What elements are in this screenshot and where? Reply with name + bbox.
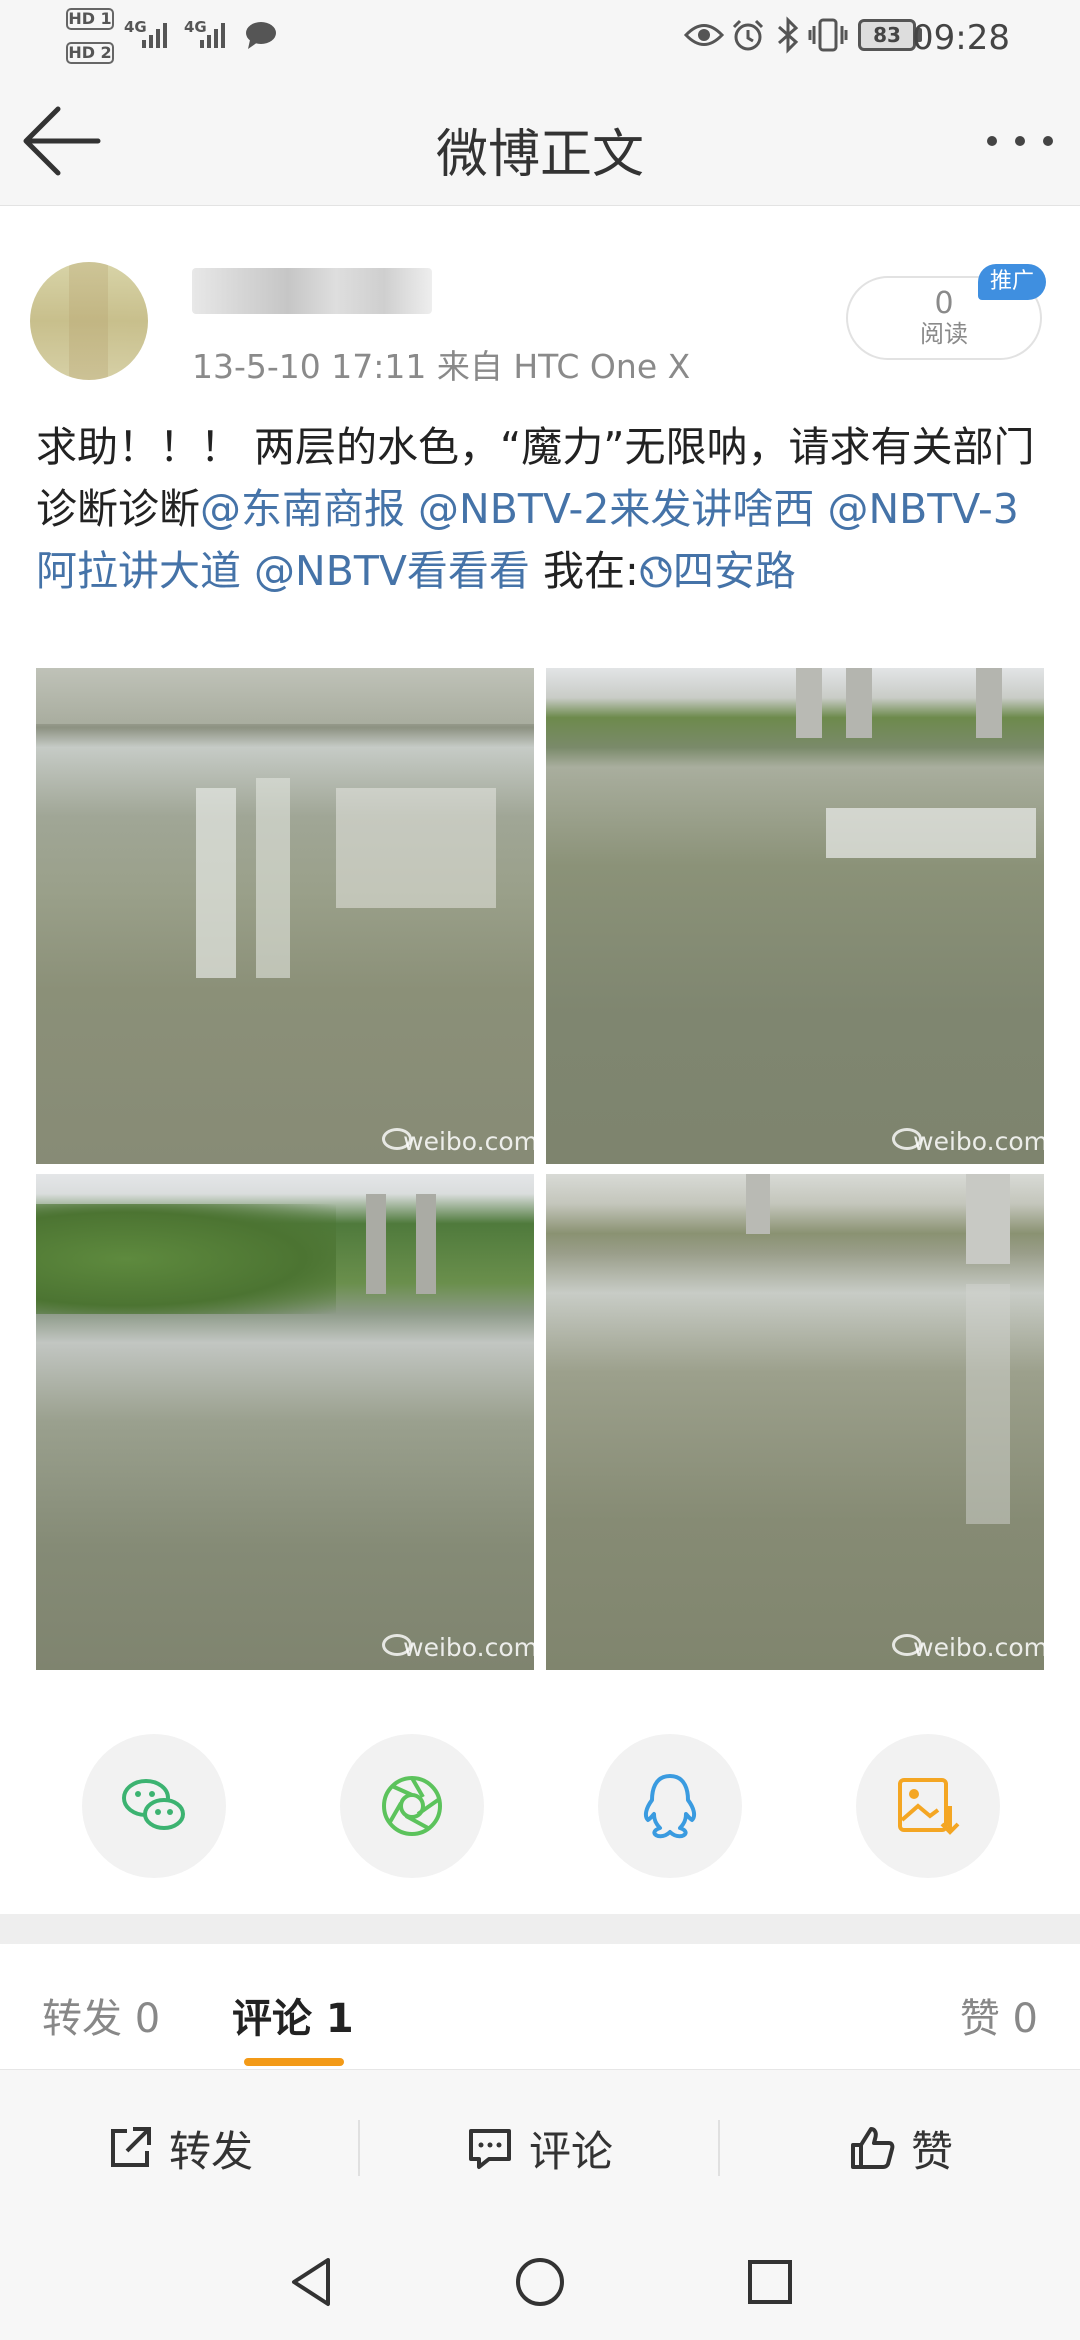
location-prefix: 我在: [542,547,639,595]
sim2-indicator: HD 2 [66,42,114,64]
more-dots-icon [987,136,1053,146]
action-bar: 转发 评论 赞 [0,2070,1080,2226]
photo-1[interactable]: weibo.com [36,668,534,1164]
tab-repost[interactable]: 转发 0 [42,1986,160,2044]
share-moments-button[interactable] [340,1734,484,1878]
section-divider [0,1914,1080,1944]
mention-link[interactable]: @NBTV-2来发讲啥西 [418,485,814,533]
photo-watermark: weibo.com [403,1127,534,1156]
comment-icon [468,2129,511,2169]
triangle-back-icon[interactable] [286,2254,336,2310]
mention-link[interactable]: @NBTV看看看 [254,547,530,595]
like-label: 赞 [910,2126,953,2176]
signal-bars-2-icon [200,22,225,48]
photo-watermark: weibo.com [913,1633,1044,1662]
location-link[interactable]: 四安路 [639,547,796,595]
battery-indicator: 83 [858,19,916,51]
post-text: 求助！！！ 两层的水色，“魔力”无限呐，请求有关部门诊断诊断@东南商报 @NBT… [36,416,1046,602]
vibrate-icon [808,18,848,52]
status-bar: HD 1 HD 2 4G 4G 83 09:28 [0,0,1080,76]
username-blurred[interactable] [192,268,432,314]
avatar[interactable] [30,262,148,380]
photo-2[interactable]: weibo.com [546,668,1044,1164]
save-image-icon [898,1778,960,1835]
photo-3[interactable]: weibo.com [36,1174,534,1670]
share-qq-button[interactable] [598,1734,742,1878]
like-button[interactable]: 赞 [720,2070,1080,2226]
location-text: 四安路 [672,547,796,595]
page-title: 微博正文 [435,125,644,185]
photo-4[interactable]: weibo.com [546,1174,1044,1670]
photo-watermark: weibo.com [913,1127,1044,1156]
mention-link[interactable]: @东南商报 [200,485,405,533]
globe-icon [640,556,672,588]
signal-bars-1-icon [142,22,167,48]
tab-comment[interactable]: 评论 1 [232,1986,354,2044]
bluetooth-icon [778,16,799,54]
app-header: 微博正文 [0,76,1080,206]
eye-icon [684,24,724,46]
promo-badge[interactable]: 推广 [978,264,1046,300]
tab-like[interactable]: 赞 0 [960,1986,1038,2044]
read-label: 阅读 [920,320,968,348]
comment-button[interactable]: 评论 [360,2070,718,2226]
qq-icon [643,1774,697,1839]
alarm-icon [732,19,764,51]
tab-active-indicator [244,2058,344,2066]
square-recent-icon[interactable] [744,2256,796,2308]
post-meta: 13-5-10 17:11 来自 HTC One X [192,347,691,386]
repost-button[interactable]: 转发 [0,2070,358,2226]
repost-label: 转发 [168,2126,253,2176]
moments-icon [382,1776,442,1836]
photo-watermark: weibo.com [403,1633,534,1662]
post-tabs: 转发 0 评论 1 赞 0 [0,1944,1080,2070]
wechat-icon [122,1779,185,1830]
thumbs-up-icon [850,2127,895,2169]
circle-home-icon[interactable] [512,2254,568,2310]
share-wechat-button[interactable] [82,1734,226,1878]
more-button[interactable] [980,116,1060,166]
save-image-button[interactable] [856,1734,1000,1878]
repost-icon [110,2127,151,2167]
system-nav-bar [0,2226,1080,2340]
sim1-indicator: HD 1 [66,8,114,30]
message-icon [246,22,276,49]
comment-label: 评论 [528,2126,613,2176]
clock: 09:28 [912,18,1010,58]
